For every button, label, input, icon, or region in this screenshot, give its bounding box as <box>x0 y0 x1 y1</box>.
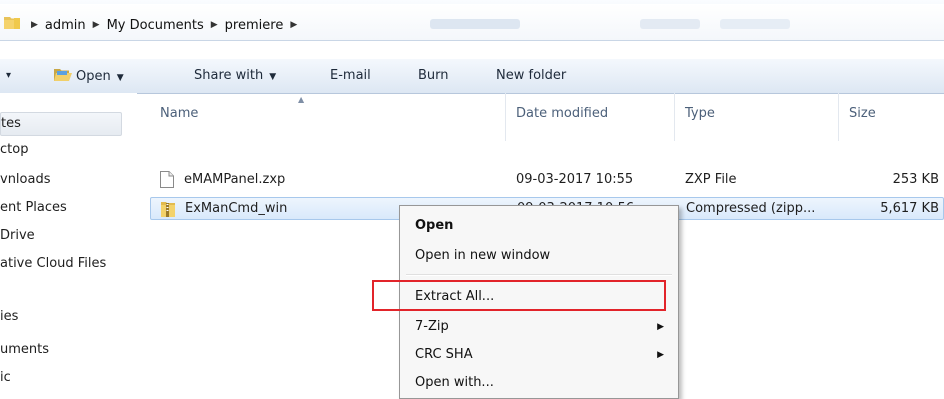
file-date: 09-03-2017 10:55 <box>516 172 634 187</box>
document-icon <box>160 171 174 188</box>
column-header-type[interactable]: Type <box>685 106 715 154</box>
burn-button[interactable]: Burn <box>418 68 449 83</box>
nav-item-favorites[interactable]: tes <box>0 112 122 136</box>
file-size: 5,617 KB <box>880 201 939 216</box>
submenu-arrow-icon: ▶ <box>657 322 664 332</box>
breadcrumb-arrow-icon[interactable]: ▶ <box>31 20 38 30</box>
menu-item-open-in-new-window[interactable]: Open in new window <box>415 248 550 263</box>
folder-icon <box>4 17 20 29</box>
menu-item-open-with[interactable]: Open with... <box>415 375 494 390</box>
open-button[interactable]: Open ▼ <box>54 68 124 84</box>
column-divider[interactable] <box>505 93 506 141</box>
open-button-label: Open <box>76 69 111 84</box>
breadcrumb-my-documents[interactable]: My Documents <box>107 18 204 33</box>
blurred-region <box>720 19 790 29</box>
column-header-date-modified[interactable]: Date modified <box>516 106 608 154</box>
nav-item-music[interactable]: ic <box>0 367 11 389</box>
blurred-region <box>640 19 700 29</box>
column-divider[interactable] <box>838 93 839 141</box>
nav-item-desktop[interactable]: ctop <box>0 139 28 161</box>
file-size: 253 KB <box>892 172 939 187</box>
column-header-name[interactable]: Name <box>160 106 198 154</box>
breadcrumb-arrow-icon[interactable]: ▶ <box>93 20 100 30</box>
column-header-size[interactable]: Size <box>849 106 876 154</box>
open-folder-icon <box>54 69 72 81</box>
file-row[interactable]: eMAMPanel.zxp 09-03-2017 10:55 ZXP File … <box>150 169 944 191</box>
menu-item-open[interactable]: Open <box>415 218 453 233</box>
breadcrumb: ▶ admin ▶ My Documents ▶ premiere ▶ <box>24 16 304 34</box>
file-type: Compressed (zipp... <box>686 201 816 216</box>
nav-item-downloads[interactable]: vnloads <box>0 169 51 191</box>
command-toolbar: ▾ Open ▼ Share with ▼ E-mail Burn New fold… <box>0 58 944 94</box>
menu-separator <box>406 274 672 276</box>
nav-item-documents[interactable]: uments <box>0 339 49 361</box>
nav-item-libraries[interactable]: ies <box>0 306 18 328</box>
address-bar: ▶ admin ▶ My Documents ▶ premiere ▶ <box>0 0 944 41</box>
nav-item-recent-places[interactable]: ent Places <box>0 197 67 219</box>
new-folder-button[interactable]: New folder <box>496 68 566 83</box>
nav-item-creative-cloud-files[interactable]: ative Cloud Files <box>0 253 106 275</box>
share-with-label: Share with <box>194 68 264 83</box>
email-button[interactable]: E-mail <box>330 68 371 83</box>
file-name: ExManCmd_win <box>185 201 288 216</box>
blurred-region <box>430 19 520 29</box>
sort-ascending-icon: ▲ <box>298 95 305 104</box>
breadcrumb-premiere[interactable]: premiere <box>225 18 284 33</box>
breadcrumb-admin[interactable]: admin <box>45 18 86 33</box>
breadcrumb-arrow-icon[interactable]: ▶ <box>290 20 297 30</box>
file-name: eMAMPanel.zxp <box>184 172 286 187</box>
nav-item-drive[interactable]: Drive <box>0 225 35 247</box>
menu-item-crc-sha[interactable]: CRC SHA <box>415 347 473 362</box>
chevron-down-icon: ▼ <box>116 73 124 83</box>
zip-folder-icon <box>161 202 175 217</box>
navigation-pane: tes ctop vnloads ent Places Drive ative … <box>0 93 137 397</box>
column-divider[interactable] <box>674 93 675 141</box>
file-type: ZXP File <box>685 172 737 187</box>
share-with-button[interactable]: Share with ▼ <box>194 68 276 83</box>
address-field[interactable]: ▶ admin ▶ My Documents ▶ premiere ▶ <box>0 4 944 41</box>
submenu-arrow-icon: ▶ <box>657 350 664 360</box>
organize-dropdown-arrow-icon[interactable]: ▾ <box>6 70 11 81</box>
highlight-annotation-box <box>372 280 666 311</box>
chevron-down-icon: ▼ <box>269 72 277 82</box>
breadcrumb-arrow-icon[interactable]: ▶ <box>211 20 218 30</box>
menu-item-7zip[interactable]: 7-Zip <box>415 319 449 334</box>
